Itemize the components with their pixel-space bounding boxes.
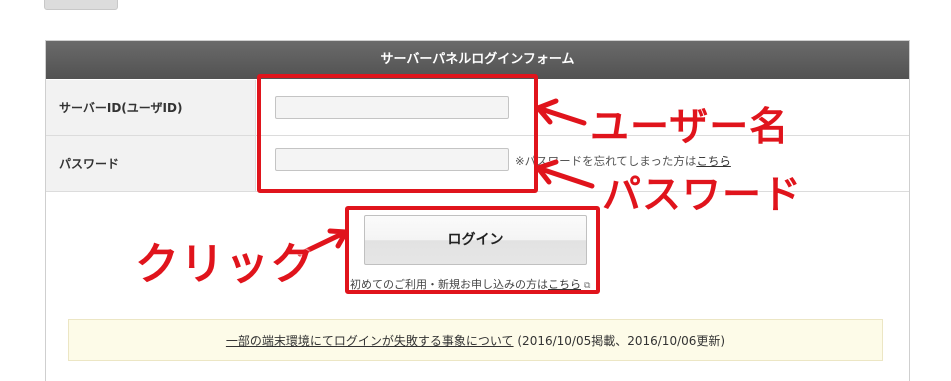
annotation-username: ユーザー名 (590, 105, 790, 150)
notice-dates: (2016/10/05掲載、2016/10/06更新) (513, 334, 726, 348)
annotation-login-box (345, 206, 600, 294)
server-id-label: サーバーID(ユーザID) (46, 80, 256, 135)
annotation-click: クリック (135, 239, 315, 290)
notice-link[interactable]: 一部の端末環境にてログインが失敗する事象について (226, 334, 514, 348)
top-strip (0, 0, 951, 12)
notice-box: 一部の端末環境にてログインが失敗する事象について (2016/10/05掲載、2… (68, 319, 883, 361)
annotation-password: パスワード (602, 173, 803, 218)
server-logo (44, 0, 118, 10)
password-label: パスワード (46, 136, 256, 191)
annotation-credentials-box (257, 74, 538, 193)
